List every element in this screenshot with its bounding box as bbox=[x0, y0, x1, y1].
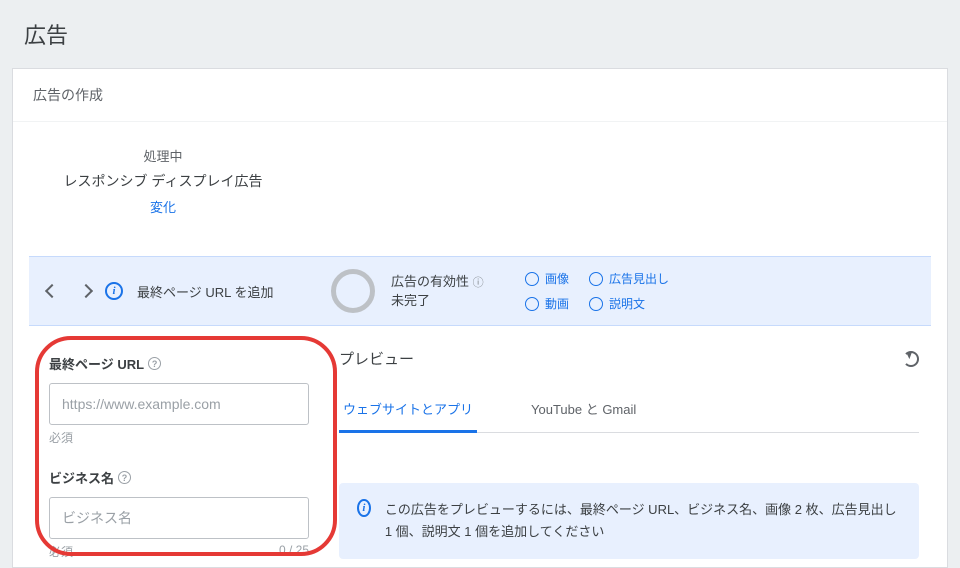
preview-column: プレビュー ウェブサイトとアプリ YouTube と Gmail i この広告を… bbox=[339, 326, 947, 568]
page-title: 広告 bbox=[0, 0, 960, 68]
tab-web-apps[interactable]: ウェブサイトとアプリ bbox=[339, 387, 477, 433]
circle-icon bbox=[589, 297, 603, 311]
info-icon: i bbox=[105, 282, 123, 300]
chevron-left-icon[interactable] bbox=[45, 284, 59, 298]
info-icon: i bbox=[357, 499, 371, 517]
circle-icon bbox=[589, 272, 603, 286]
processing-label: 処理中 bbox=[13, 146, 313, 165]
business-name-field-block: ビジネス名 ? 必須 0 / 25 bbox=[49, 468, 319, 560]
ad-intro: 処理中 レスポンシブ ディスプレイ広告 変化 bbox=[13, 122, 313, 226]
check-image[interactable]: 画像 bbox=[525, 270, 569, 287]
help-icon[interactable]: ? bbox=[148, 357, 161, 370]
tab-youtube-gmail[interactable]: YouTube と Gmail bbox=[527, 387, 640, 432]
char-counter: 0 / 25 bbox=[279, 543, 309, 560]
final-url-input[interactable] bbox=[49, 383, 309, 425]
refresh-icon[interactable] bbox=[903, 351, 919, 367]
ad-type-label: レスポンシブ ディスプレイ広告 bbox=[13, 171, 313, 191]
strength-label: 広告の有効性 ⓘ 未完了 bbox=[391, 272, 511, 311]
ad-editor-card: 広告の作成 処理中 レスポンシブ ディスプレイ広告 変化 i 最終ページ URL… bbox=[12, 68, 948, 568]
final-url-field-block: 最終ページ URL ? 必須 bbox=[49, 354, 319, 446]
variation-link[interactable]: 変化 bbox=[13, 197, 313, 216]
strength-status: 未完了 bbox=[391, 293, 430, 308]
chevron-right-icon[interactable] bbox=[79, 284, 93, 298]
strength-checklist: 画像 広告見出し 動画 説明文 bbox=[525, 270, 669, 312]
business-name-label: ビジネス名 ? bbox=[49, 468, 319, 487]
check-video[interactable]: 動画 bbox=[525, 295, 569, 312]
check-headline[interactable]: 広告見出し bbox=[589, 270, 669, 287]
preview-tabs: ウェブサイトとアプリ YouTube と Gmail bbox=[339, 387, 919, 433]
form-left-column: 最終ページ URL ? 必須 ビジネス名 ? 必須 0 / 25 bbox=[13, 326, 339, 568]
preview-banner-text: この広告をプレビューするには、最終ページ URL、ビジネス名、画像 2 枚、広告… bbox=[385, 499, 901, 543]
strength-hint: 最終ページ URL を追加 bbox=[137, 282, 307, 301]
strength-meter-icon bbox=[331, 269, 375, 313]
business-name-input[interactable] bbox=[49, 497, 309, 539]
preview-info-banner: i この広告をプレビューするには、最終ページ URL、ビジネス名、画像 2 枚、… bbox=[339, 483, 919, 559]
required-label: 必須 bbox=[49, 543, 73, 560]
check-description[interactable]: 説明文 bbox=[589, 295, 669, 312]
card-title: 広告の作成 bbox=[13, 69, 947, 122]
help-icon[interactable]: ? bbox=[118, 471, 131, 484]
required-label: 必須 bbox=[49, 429, 73, 446]
ad-strength-bar: i 最終ページ URL を追加 広告の有効性 ⓘ 未完了 画像 広告見出し 動画… bbox=[29, 256, 931, 326]
circle-icon bbox=[525, 297, 539, 311]
circle-icon bbox=[525, 272, 539, 286]
final-url-label: 最終ページ URL ? bbox=[49, 354, 319, 373]
preview-title: プレビュー bbox=[339, 348, 414, 369]
